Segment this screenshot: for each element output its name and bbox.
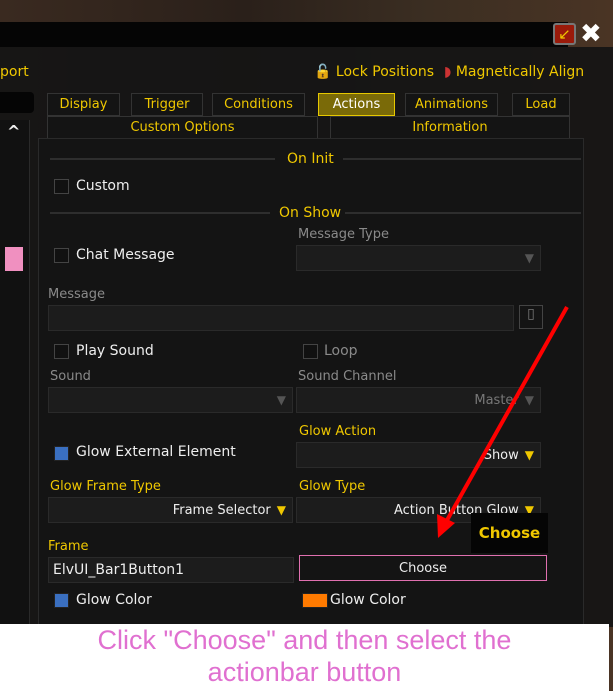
arrow-head (437, 514, 455, 538)
caption-box: Click "Choose" and then select the actio… (0, 624, 609, 691)
arrow-shaft (444, 306, 569, 523)
annotation-arrow (437, 306, 569, 538)
